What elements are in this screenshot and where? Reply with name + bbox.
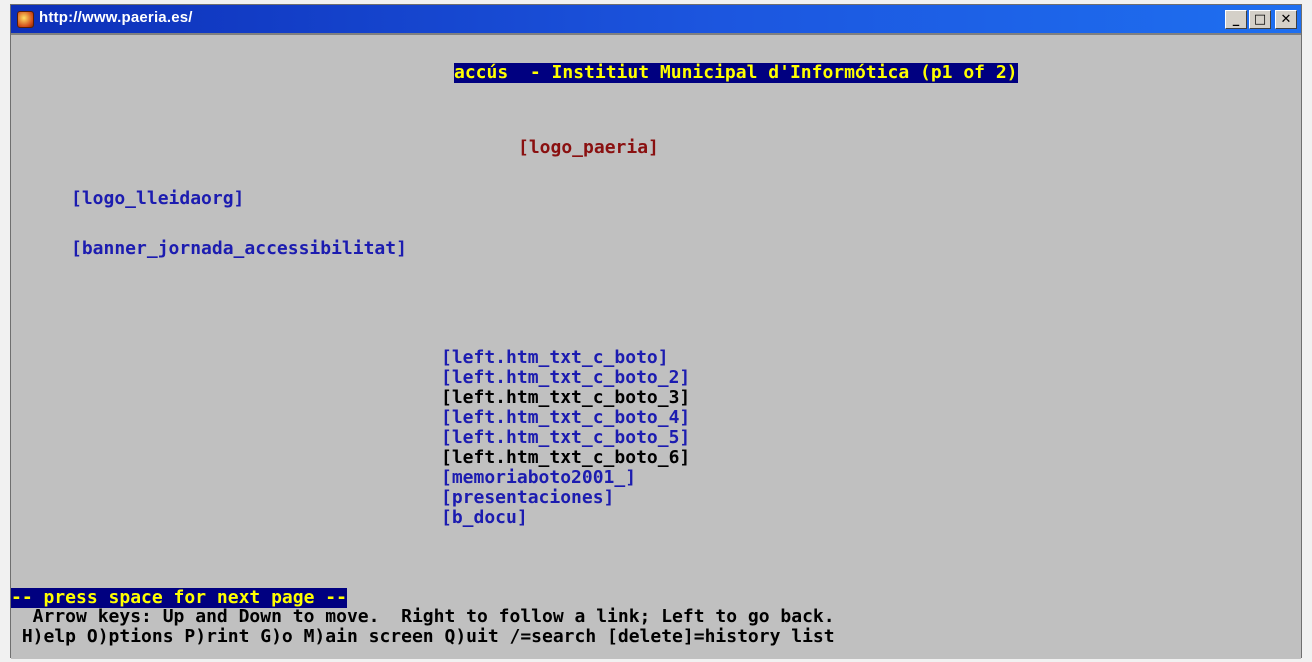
nav-link-boto-5[interactable]: [left.htm_txt_c_boto_5] (441, 428, 690, 448)
nav-link-boto-3[interactable]: [left.htm_txt_c_boto_3] (441, 388, 690, 408)
nav-link-boto-2[interactable]: [left.htm_txt_c_boto_2] (441, 368, 690, 388)
banner-link[interactable]: [banner_jornada_accessibilitat] (71, 239, 407, 259)
title-bar[interactable]: http://www.paeria.es/ _ □ ✕ (11, 5, 1301, 33)
nav-link-b-docu[interactable]: [b_docu] (441, 508, 528, 528)
nav-link-boto-6[interactable]: [left.htm_txt_c_boto_6] (441, 448, 690, 468)
maximize-icon: □ (1253, 12, 1267, 27)
terminal-area: accús - Institiut Municipal d'Informótic… (11, 33, 1301, 659)
nav-link-presentaciones[interactable]: [presentaciones] (441, 488, 614, 508)
close-icon: ✕ (1280, 12, 1292, 27)
minimize-icon: _ (1232, 12, 1240, 27)
app-icon (17, 11, 34, 28)
logo-paeria-placeholder[interactable]: [logo_paeria] (518, 138, 659, 158)
lynx-window: http://www.paeria.es/ _ □ ✕ accús - Inst… (10, 4, 1302, 659)
minimize-button[interactable]: _ (1225, 10, 1247, 29)
command-bar: H)elp O)ptions P)rint G)o M)ain screen Q… (11, 626, 835, 647)
logo-lleidaorg-link[interactable]: [logo_lleidaorg] (71, 189, 244, 209)
maximize-button[interactable]: □ (1249, 10, 1271, 29)
close-button[interactable]: ✕ (1275, 10, 1297, 29)
nav-link-boto[interactable]: [left.htm_txt_c_boto] (441, 348, 669, 368)
nav-link-boto-4[interactable]: [left.htm_txt_c_boto_4] (441, 408, 690, 428)
window-controls: _ □ ✕ (1225, 10, 1297, 29)
navigation-hint: Arrow keys: Up and Down to move. Right t… (11, 606, 835, 627)
next-page-status: -- press space for next page -- (11, 587, 347, 608)
page-title: accús - Institiut Municipal d'Informótic… (454, 62, 1018, 83)
window-title: http://www.paeria.es/ (39, 9, 193, 26)
nav-link-memoria[interactable]: [memoriaboto2001_] (441, 468, 636, 488)
